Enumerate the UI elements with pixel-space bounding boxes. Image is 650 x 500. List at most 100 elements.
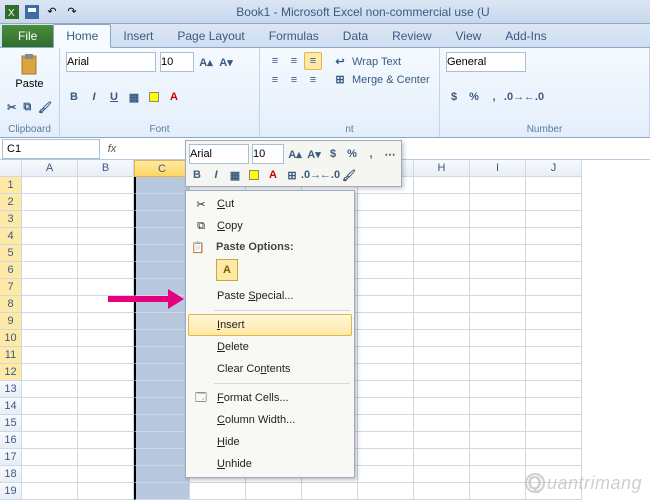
cell-A18[interactable] bbox=[22, 466, 78, 483]
row-header-9[interactable]: 9 bbox=[0, 313, 22, 330]
cell-I1[interactable] bbox=[470, 177, 526, 194]
select-all-corner[interactable] bbox=[0, 160, 22, 177]
cell-C2[interactable] bbox=[134, 194, 190, 211]
cell-A15[interactable] bbox=[22, 415, 78, 432]
cell-J12[interactable] bbox=[526, 364, 582, 381]
cell-J4[interactable] bbox=[526, 228, 582, 245]
row-header-1[interactable]: 1 bbox=[0, 177, 22, 194]
cell-H16[interactable] bbox=[414, 432, 470, 449]
cell-A10[interactable] bbox=[22, 330, 78, 347]
mini-border-icon[interactable]: ▦ bbox=[227, 167, 243, 183]
cell-G14[interactable] bbox=[358, 398, 414, 415]
tab-review[interactable]: Review bbox=[380, 25, 443, 47]
cell-H9[interactable] bbox=[414, 313, 470, 330]
cell-I14[interactable] bbox=[470, 398, 526, 415]
cell-H10[interactable] bbox=[414, 330, 470, 347]
cell-J17[interactable] bbox=[526, 449, 582, 466]
cell-I15[interactable] bbox=[470, 415, 526, 432]
cell-A3[interactable] bbox=[22, 211, 78, 228]
cell-H17[interactable] bbox=[414, 449, 470, 466]
italic-button[interactable]: I bbox=[86, 89, 102, 105]
shrink-font-icon[interactable]: A▾ bbox=[218, 54, 234, 70]
cell-C5[interactable] bbox=[134, 245, 190, 262]
cell-H3[interactable] bbox=[414, 211, 470, 228]
cell-H13[interactable] bbox=[414, 381, 470, 398]
cell-I18[interactable] bbox=[470, 466, 526, 483]
row-header-17[interactable]: 17 bbox=[0, 449, 22, 466]
cell-H15[interactable] bbox=[414, 415, 470, 432]
cell-F19[interactable] bbox=[302, 483, 358, 500]
cell-J2[interactable] bbox=[526, 194, 582, 211]
cell-H1[interactable] bbox=[414, 177, 470, 194]
mini-percent-icon[interactable]: % bbox=[344, 146, 360, 162]
align-bot-center[interactable]: ≡ bbox=[285, 71, 303, 89]
cell-C12[interactable] bbox=[134, 364, 190, 381]
undo-icon[interactable]: ↶ bbox=[44, 4, 60, 20]
cell-J11[interactable] bbox=[526, 347, 582, 364]
cell-I8[interactable] bbox=[470, 296, 526, 313]
font-name-combo[interactable] bbox=[66, 52, 156, 72]
cell-A7[interactable] bbox=[22, 279, 78, 296]
cell-B6[interactable] bbox=[78, 262, 134, 279]
grow-font-icon[interactable]: A▴ bbox=[198, 54, 214, 70]
format-painter-icon[interactable]: 🖌 bbox=[37, 99, 53, 115]
cell-J15[interactable] bbox=[526, 415, 582, 432]
row-header-13[interactable]: 13 bbox=[0, 381, 22, 398]
ctx-column-width[interactable]: Column Width... bbox=[188, 409, 352, 431]
cell-I4[interactable] bbox=[470, 228, 526, 245]
ctx-hide[interactable]: Hide bbox=[188, 431, 352, 453]
cell-A16[interactable] bbox=[22, 432, 78, 449]
cell-G16[interactable] bbox=[358, 432, 414, 449]
cell-B18[interactable] bbox=[78, 466, 134, 483]
tab-data[interactable]: Data bbox=[331, 25, 380, 47]
cell-C9[interactable] bbox=[134, 313, 190, 330]
currency-icon[interactable]: $ bbox=[446, 89, 462, 105]
cell-C14[interactable] bbox=[134, 398, 190, 415]
cell-G12[interactable] bbox=[358, 364, 414, 381]
cell-C18[interactable] bbox=[134, 466, 190, 483]
row-header-18[interactable]: 18 bbox=[0, 466, 22, 483]
cell-B3[interactable] bbox=[78, 211, 134, 228]
mini-fontcolor-icon[interactable]: A bbox=[265, 167, 281, 183]
column-header-B[interactable]: B bbox=[78, 160, 134, 177]
cell-B10[interactable] bbox=[78, 330, 134, 347]
cell-A1[interactable] bbox=[22, 177, 78, 194]
row-header-4[interactable]: 4 bbox=[0, 228, 22, 245]
save-icon[interactable] bbox=[24, 4, 40, 20]
cell-G17[interactable] bbox=[358, 449, 414, 466]
mini-currency-icon[interactable]: $ bbox=[325, 146, 341, 162]
tab-home[interactable]: Home bbox=[53, 24, 111, 48]
column-header-I[interactable]: I bbox=[470, 160, 526, 177]
cell-H19[interactable] bbox=[414, 483, 470, 500]
cell-G5[interactable] bbox=[358, 245, 414, 262]
percent-icon[interactable]: % bbox=[466, 89, 482, 105]
cell-B19[interactable] bbox=[78, 483, 134, 500]
paste-option-default[interactable]: A bbox=[216, 259, 238, 281]
mini-grow-font-icon[interactable]: A▴ bbox=[287, 146, 303, 162]
tab-page-layout[interactable]: Page Layout bbox=[165, 25, 256, 47]
mini-decimal-inc-icon[interactable]: .0→ bbox=[303, 167, 319, 183]
cell-H8[interactable] bbox=[414, 296, 470, 313]
cell-I17[interactable] bbox=[470, 449, 526, 466]
cell-B4[interactable] bbox=[78, 228, 134, 245]
cell-G3[interactable] bbox=[358, 211, 414, 228]
ctx-format-cells[interactable]: 🗔Format Cells... bbox=[188, 387, 352, 409]
font-size-combo[interactable] bbox=[160, 52, 194, 72]
cell-I19[interactable] bbox=[470, 483, 526, 500]
cell-C19[interactable] bbox=[134, 483, 190, 500]
ctx-paste-special[interactable]: Paste Special... bbox=[188, 285, 352, 307]
column-header-J[interactable]: J bbox=[526, 160, 582, 177]
cell-G18[interactable] bbox=[358, 466, 414, 483]
cell-J3[interactable] bbox=[526, 211, 582, 228]
cell-A14[interactable] bbox=[22, 398, 78, 415]
cell-G6[interactable] bbox=[358, 262, 414, 279]
ctx-clear-contents[interactable]: Clear Contents bbox=[188, 358, 352, 380]
tab-insert[interactable]: Insert bbox=[111, 25, 165, 47]
cell-H14[interactable] bbox=[414, 398, 470, 415]
cell-C13[interactable] bbox=[134, 381, 190, 398]
fill-color-icon[interactable] bbox=[146, 89, 162, 105]
row-header-10[interactable]: 10 bbox=[0, 330, 22, 347]
cell-B17[interactable] bbox=[78, 449, 134, 466]
cell-C15[interactable] bbox=[134, 415, 190, 432]
cell-J6[interactable] bbox=[526, 262, 582, 279]
